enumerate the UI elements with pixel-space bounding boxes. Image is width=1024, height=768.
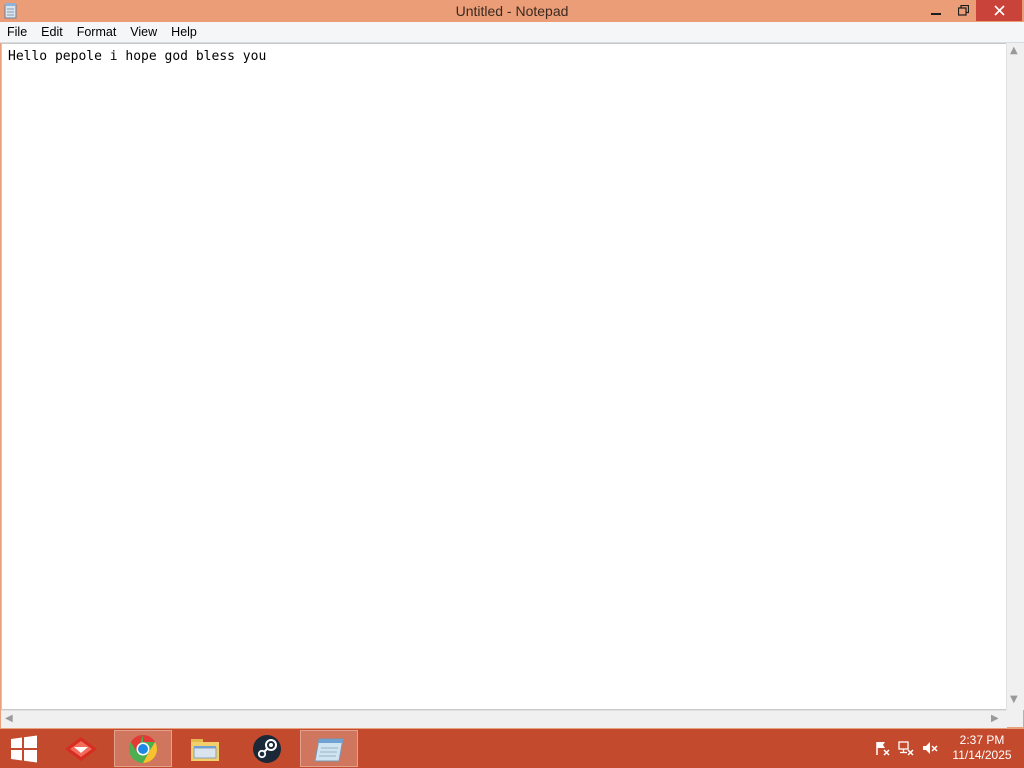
pdf-reader-icon (65, 736, 97, 761)
text-editor[interactable]: Hello pepole i hope god bless you (1, 43, 1007, 710)
scroll-up-icon[interactable]: ▲ (1010, 46, 1018, 56)
action-center-flag-icon[interactable] (874, 740, 890, 756)
clock-time: 2:37 PM (959, 733, 1005, 747)
taskbar-steam[interactable] (238, 730, 296, 767)
scroll-right-icon[interactable]: ▶ (991, 714, 999, 724)
menu-help[interactable]: Help (164, 22, 204, 42)
close-icon (993, 5, 1005, 16)
taskbar: 2:37 PM 11/14/2025 (0, 729, 1024, 768)
steam-icon (253, 734, 281, 763)
notepad-window: Untitled - Notepad File Edit Format View… (0, 0, 1024, 729)
taskbar-chrome[interactable] (114, 730, 172, 767)
menu-file[interactable]: File (0, 22, 34, 42)
menu-format[interactable]: Format (70, 22, 124, 42)
browser-icon (129, 734, 157, 763)
taskbar-notepad[interactable] (300, 730, 358, 767)
title-bar[interactable]: Untitled - Notepad (0, 0, 1024, 22)
restore-icon (957, 5, 969, 16)
notepad-taskbar-icon (314, 738, 344, 761)
menu-view[interactable]: View (123, 22, 164, 42)
window-title: Untitled - Notepad (455, 3, 569, 19)
scrollbar-corner (1006, 710, 1023, 727)
menu-edit[interactable]: Edit (34, 22, 70, 42)
editor-content[interactable]: Hello pepole i hope god bless you (8, 49, 266, 64)
scroll-left-icon[interactable]: ◀ (5, 714, 13, 724)
folder-icon (191, 738, 219, 761)
volume-muted-icon[interactable] (922, 740, 938, 756)
horizontal-scrollbar[interactable]: ◀ ▶ (1, 710, 1007, 728)
taskbar-foxit-reader[interactable] (52, 730, 110, 767)
scroll-down-icon[interactable]: ▼ (1010, 695, 1018, 705)
vertical-scrollbar[interactable]: ▲ ▼ (1006, 43, 1024, 710)
restore-button[interactable] (950, 0, 976, 21)
minimize-button[interactable] (922, 0, 950, 21)
minimize-icon (931, 12, 941, 15)
close-button[interactable] (976, 0, 1022, 21)
taskbar-clock[interactable]: 2:37 PM 11/14/2025 (944, 733, 1020, 763)
network-icon[interactable] (898, 740, 914, 756)
windows-logo-icon (11, 735, 37, 762)
menu-bar: File Edit Format View Help (0, 22, 1024, 43)
start-button[interactable] (0, 730, 48, 767)
clock-date: 11/14/2025 (952, 748, 1012, 762)
taskbar-file-explorer[interactable] (176, 730, 234, 767)
